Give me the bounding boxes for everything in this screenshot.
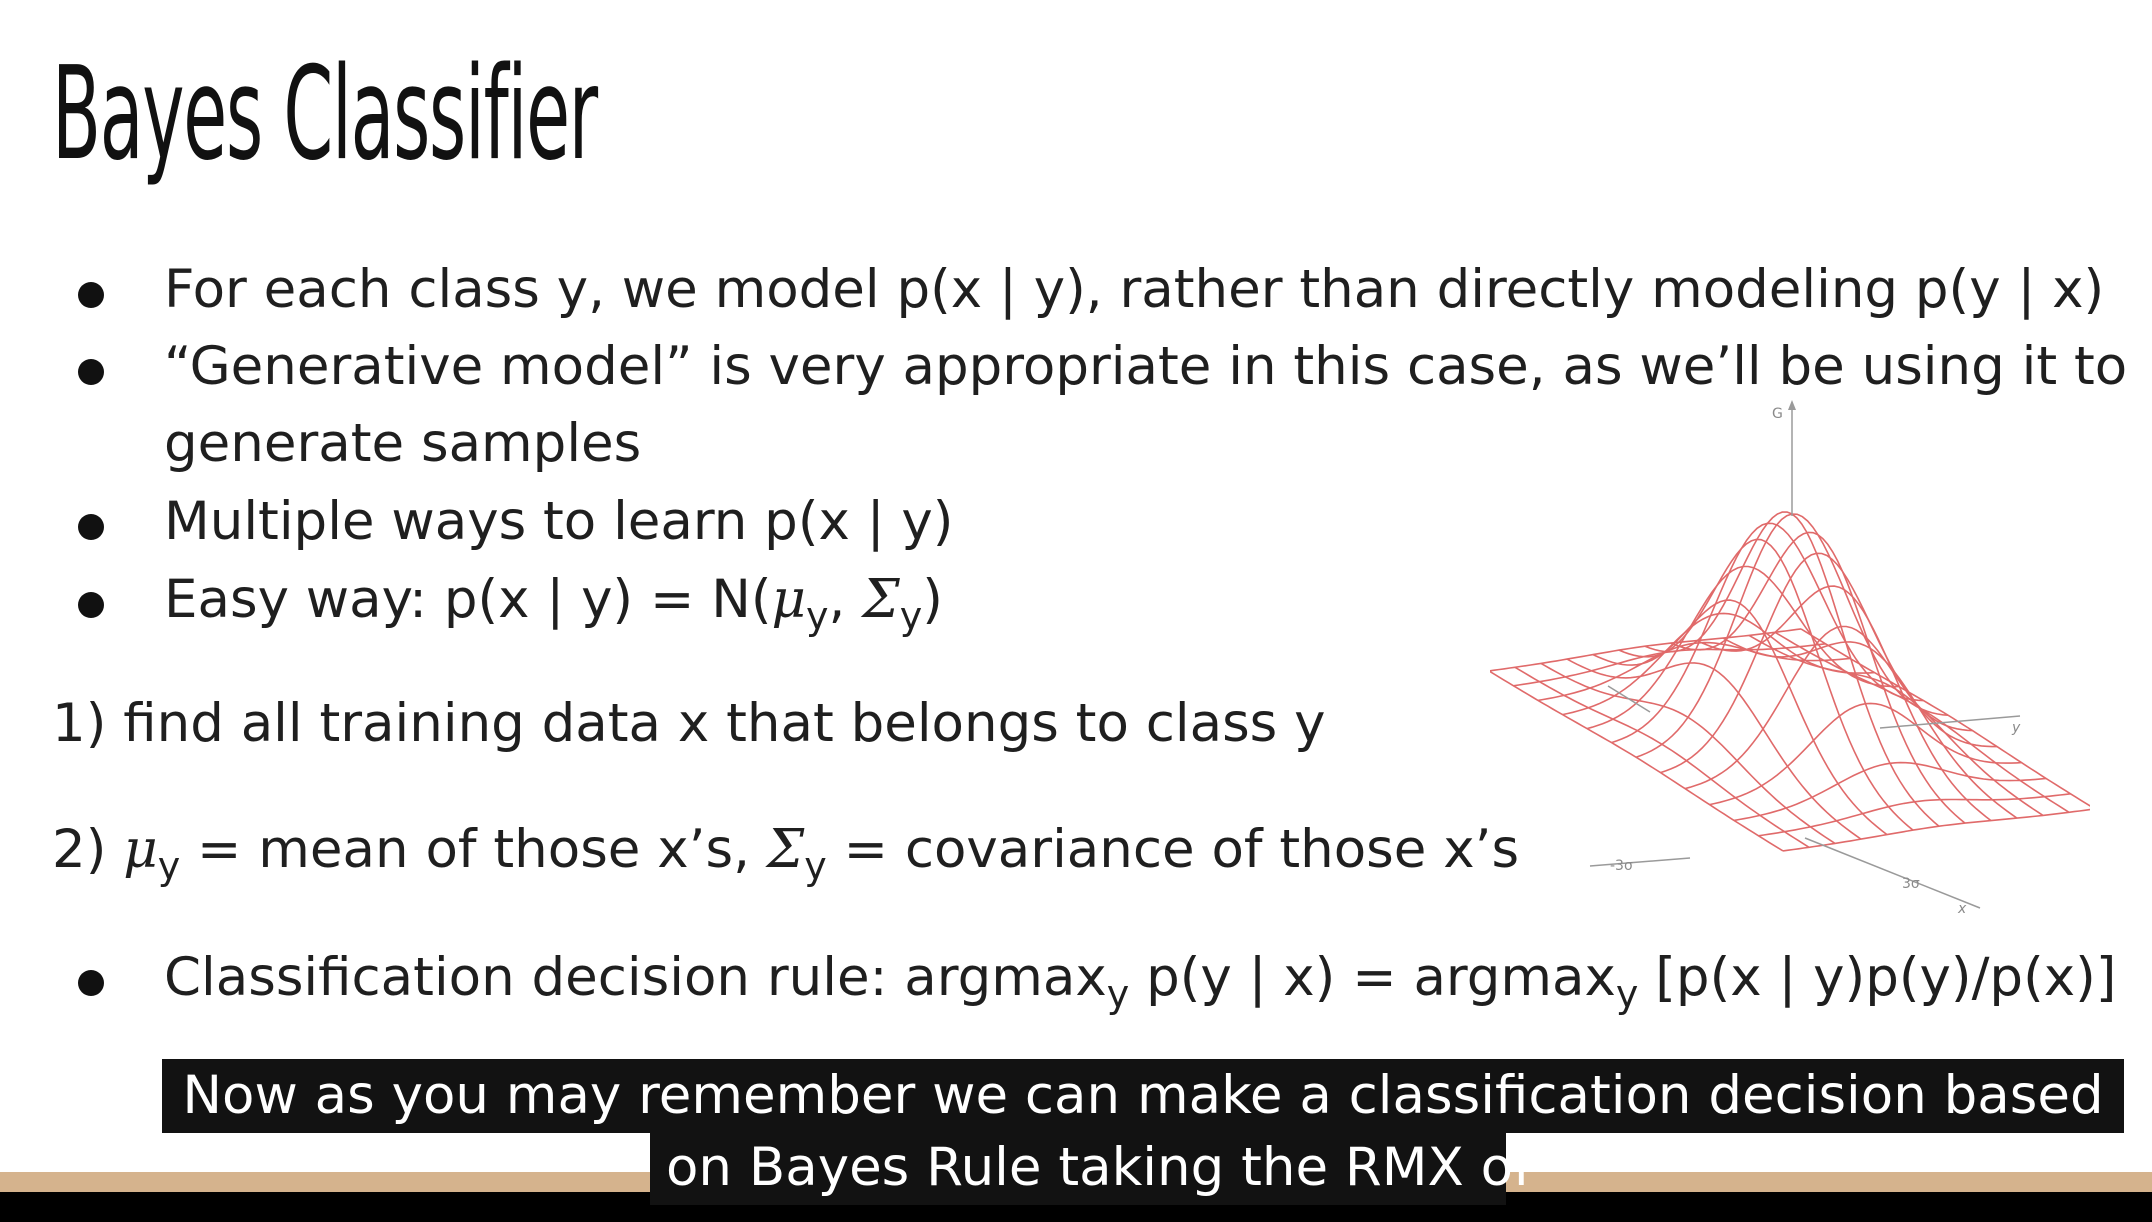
y-axis-label: y bbox=[2011, 720, 2021, 736]
bullet-dot bbox=[78, 970, 104, 996]
mesh-line-u bbox=[1490, 670, 1784, 852]
z-axis-label: G bbox=[1772, 406, 1783, 422]
bullet-text: “Generative model” is very appropriate i… bbox=[164, 336, 2128, 397]
mesh-line-u bbox=[1748, 634, 2044, 817]
mesh-line-u bbox=[1696, 585, 1992, 822]
bullet-dot bbox=[78, 514, 104, 540]
step-one: 1) find all training data x that belongs… bbox=[52, 693, 1326, 754]
mesh-line-v bbox=[1562, 612, 1875, 716]
mesh-line-u bbox=[1514, 666, 1810, 848]
subtitle-line-2: on Bayes Rule taking the RMX of bbox=[650, 1131, 1532, 1205]
bullet-dot bbox=[78, 282, 104, 308]
mu-symbol: μ bbox=[123, 819, 158, 880]
step-text: = covariance of those x’s bbox=[826, 819, 1520, 880]
slide-title: Bayes Classifier bbox=[52, 40, 598, 189]
pos-sigma-label: 3σ bbox=[1902, 876, 1920, 892]
sigma-symbol: Σ bbox=[862, 569, 900, 630]
mu-symbol: μ bbox=[771, 569, 806, 630]
neg-sigma-label: -3σ bbox=[1610, 858, 1633, 874]
front-axis bbox=[1589, 857, 1691, 867]
subscript: y bbox=[899, 594, 923, 638]
mesh-line-u bbox=[1566, 658, 1862, 840]
formula-text: Easy way: p(x | y) = N( bbox=[164, 569, 772, 630]
x-axis-label: x bbox=[1957, 901, 1967, 917]
formula-separator: , bbox=[828, 569, 863, 630]
formula-text: ) bbox=[922, 569, 943, 630]
mesh-line-u bbox=[1644, 511, 1940, 827]
gaussian-surface-plot: G y x -3σ 3σ bbox=[1490, 400, 2090, 917]
x-axis bbox=[1804, 837, 1981, 909]
decision-rule: Classification decision rule: argmaxy p(… bbox=[164, 938, 2116, 1018]
subtitle-line-1: Now as you may remember we can make a cl… bbox=[162, 1059, 2124, 1133]
step-two: 2) μy = mean of those x’s, Σy = covarian… bbox=[52, 810, 1519, 890]
subscript: y bbox=[804, 844, 827, 888]
gaussian-mesh bbox=[1490, 511, 2090, 852]
step-text: = mean of those x’s, bbox=[180, 819, 767, 880]
rule-text: p(y | x) = argmax bbox=[1129, 947, 1616, 1008]
subscript: y bbox=[806, 594, 829, 638]
bullet-dot bbox=[78, 592, 104, 618]
sigma-symbol: Σ bbox=[766, 819, 805, 880]
rule-text: Classification decision rule: argmax bbox=[164, 947, 1107, 1008]
bullet-text-continued: generate samples bbox=[164, 413, 642, 474]
bullet-item: For each class y, we model p(x | y), rat… bbox=[0, 250, 2152, 330]
subscript: y bbox=[1615, 972, 1639, 1016]
mesh-line-u bbox=[1800, 628, 2090, 807]
bullet-formula: Easy way: p(x | y) = N(μy, Σy) bbox=[164, 560, 943, 640]
step-number: 2) bbox=[52, 819, 124, 880]
bullet-text: For each class y, we model p(x | y), rat… bbox=[164, 259, 2105, 320]
z-axis-arrow bbox=[1788, 400, 1796, 410]
rule-text: [p(x | y)p(y)/p(x)] bbox=[1638, 947, 2117, 1008]
lecture-slide: Bayes Classifier For each class y, we mo… bbox=[0, 0, 2152, 1222]
bullet-item: Classification decision rule: argmaxy p(… bbox=[0, 938, 2152, 1018]
subscript: y bbox=[1106, 972, 1130, 1016]
mesh-line-v bbox=[1660, 552, 1973, 774]
mesh-line-u bbox=[1670, 531, 1966, 824]
subscript: y bbox=[157, 844, 181, 888]
bullet-text: Multiple ways to learn p(x | y) bbox=[164, 491, 954, 552]
mesh-line-v bbox=[1537, 641, 1851, 702]
back-axis bbox=[1607, 685, 1651, 713]
bullet-dot bbox=[78, 359, 104, 385]
